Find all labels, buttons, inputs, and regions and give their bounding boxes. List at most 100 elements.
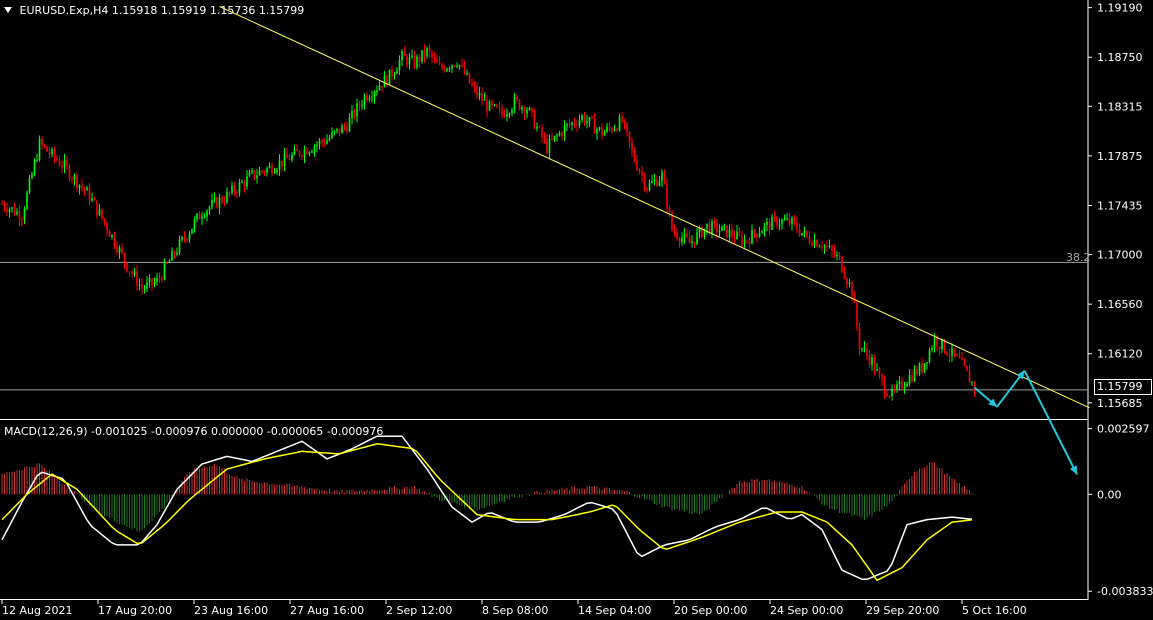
candle-body (103, 218, 106, 224)
candle-body (866, 347, 868, 356)
candle-body (126, 262, 128, 272)
candle-body (953, 348, 956, 355)
candle-body (298, 151, 301, 156)
candle-body (551, 138, 553, 140)
candle-body (633, 150, 636, 161)
candle-body (473, 85, 476, 87)
ohlc-prices: 1.15918 1.15919 1.15736 1.15799 (111, 4, 305, 17)
candle-body (823, 245, 826, 248)
candle-body (591, 117, 593, 119)
candle-body (46, 146, 48, 152)
candle-body (248, 172, 251, 177)
candle-body (571, 122, 573, 125)
candle-body (341, 125, 343, 134)
candle-body (146, 282, 148, 289)
candle-body (903, 386, 906, 389)
candle-body (78, 184, 81, 188)
candle-body (926, 362, 928, 364)
candle-body (346, 126, 348, 132)
candle-body (658, 180, 661, 186)
dropdown-triangle-icon[interactable] (4, 7, 12, 13)
time-tick-label: 5 Oct 16:00 (962, 604, 1027, 617)
candle-body (478, 92, 481, 96)
candle-body (488, 101, 491, 111)
chart-canvas[interactable]: 1.19190 1.18750 1.18315 1.17875 1.17435 1.170… (0, 0, 1153, 620)
candle-body (21, 219, 23, 221)
candle-body (883, 380, 886, 394)
candle-body (713, 221, 716, 223)
candle-body (826, 245, 828, 247)
candle-body (756, 233, 758, 237)
candle-body (293, 148, 296, 155)
price-tick-label: 1.17000 (1097, 249, 1143, 262)
candle-body (581, 115, 583, 120)
candle-body (63, 160, 66, 168)
candle-body (288, 157, 291, 161)
candle-body (863, 347, 866, 349)
candle-body (308, 152, 311, 155)
candle-body (946, 352, 948, 356)
candle-body (391, 69, 393, 77)
candle-body (743, 240, 746, 245)
chart-frame (0, 0, 1089, 600)
candle-body (566, 124, 568, 126)
projection-arrows[interactable] (973, 370, 1078, 475)
trendline[interactable] (219, 6, 1090, 409)
candle-body (616, 129, 618, 131)
candle-body (648, 182, 651, 191)
candle-body (653, 179, 656, 182)
candle-body (628, 131, 631, 143)
price-tick-label: 1.18315 (1097, 100, 1143, 113)
candle-body (108, 231, 111, 237)
candle-body (523, 107, 526, 114)
candle-body (3, 203, 6, 209)
candle-body (868, 355, 871, 365)
candle-body (543, 137, 546, 139)
candle-body (723, 225, 726, 227)
candle-body (116, 246, 118, 253)
candle-body (203, 216, 206, 218)
candle-body (328, 137, 331, 141)
candle-body (238, 182, 241, 193)
candle-body (736, 231, 738, 240)
candle-body (8, 209, 11, 213)
candle-body (818, 246, 821, 248)
candle-body (753, 229, 756, 234)
candle-body (506, 114, 508, 117)
candle-body (958, 355, 961, 358)
candle-body (548, 138, 551, 153)
candle-body (856, 302, 858, 327)
candle-body (261, 170, 263, 172)
candle-body (923, 363, 926, 372)
candle-body (86, 187, 88, 191)
time-tick-label: 8 Sep 08:00 (482, 604, 548, 617)
candle-body (333, 130, 336, 133)
candle-body (16, 211, 18, 215)
candle-body (91, 198, 93, 201)
candle-body (163, 262, 166, 280)
candle-body (18, 211, 21, 220)
candle-body (688, 237, 691, 244)
candle-body (11, 207, 13, 210)
candle-body (408, 57, 411, 65)
candle-body (106, 223, 108, 232)
candle-body (573, 122, 576, 125)
symbol-label: EURUSD.Exp,H4 (19, 4, 109, 17)
candle-body (538, 126, 541, 128)
candle-body (148, 278, 151, 283)
candle-body (718, 230, 721, 233)
candle-body (893, 388, 896, 390)
candle-body (233, 185, 236, 193)
candle-body (706, 223, 708, 229)
candle-body (221, 197, 223, 203)
candle-body (516, 96, 518, 100)
candle-body (878, 369, 881, 375)
candle-body (481, 92, 483, 101)
candle-body (466, 73, 468, 75)
candle-body (246, 176, 248, 187)
candle-body (143, 288, 146, 290)
candle-body (428, 48, 431, 53)
candle-body (493, 104, 496, 106)
candle-body (61, 165, 63, 168)
candle-body (273, 172, 276, 174)
